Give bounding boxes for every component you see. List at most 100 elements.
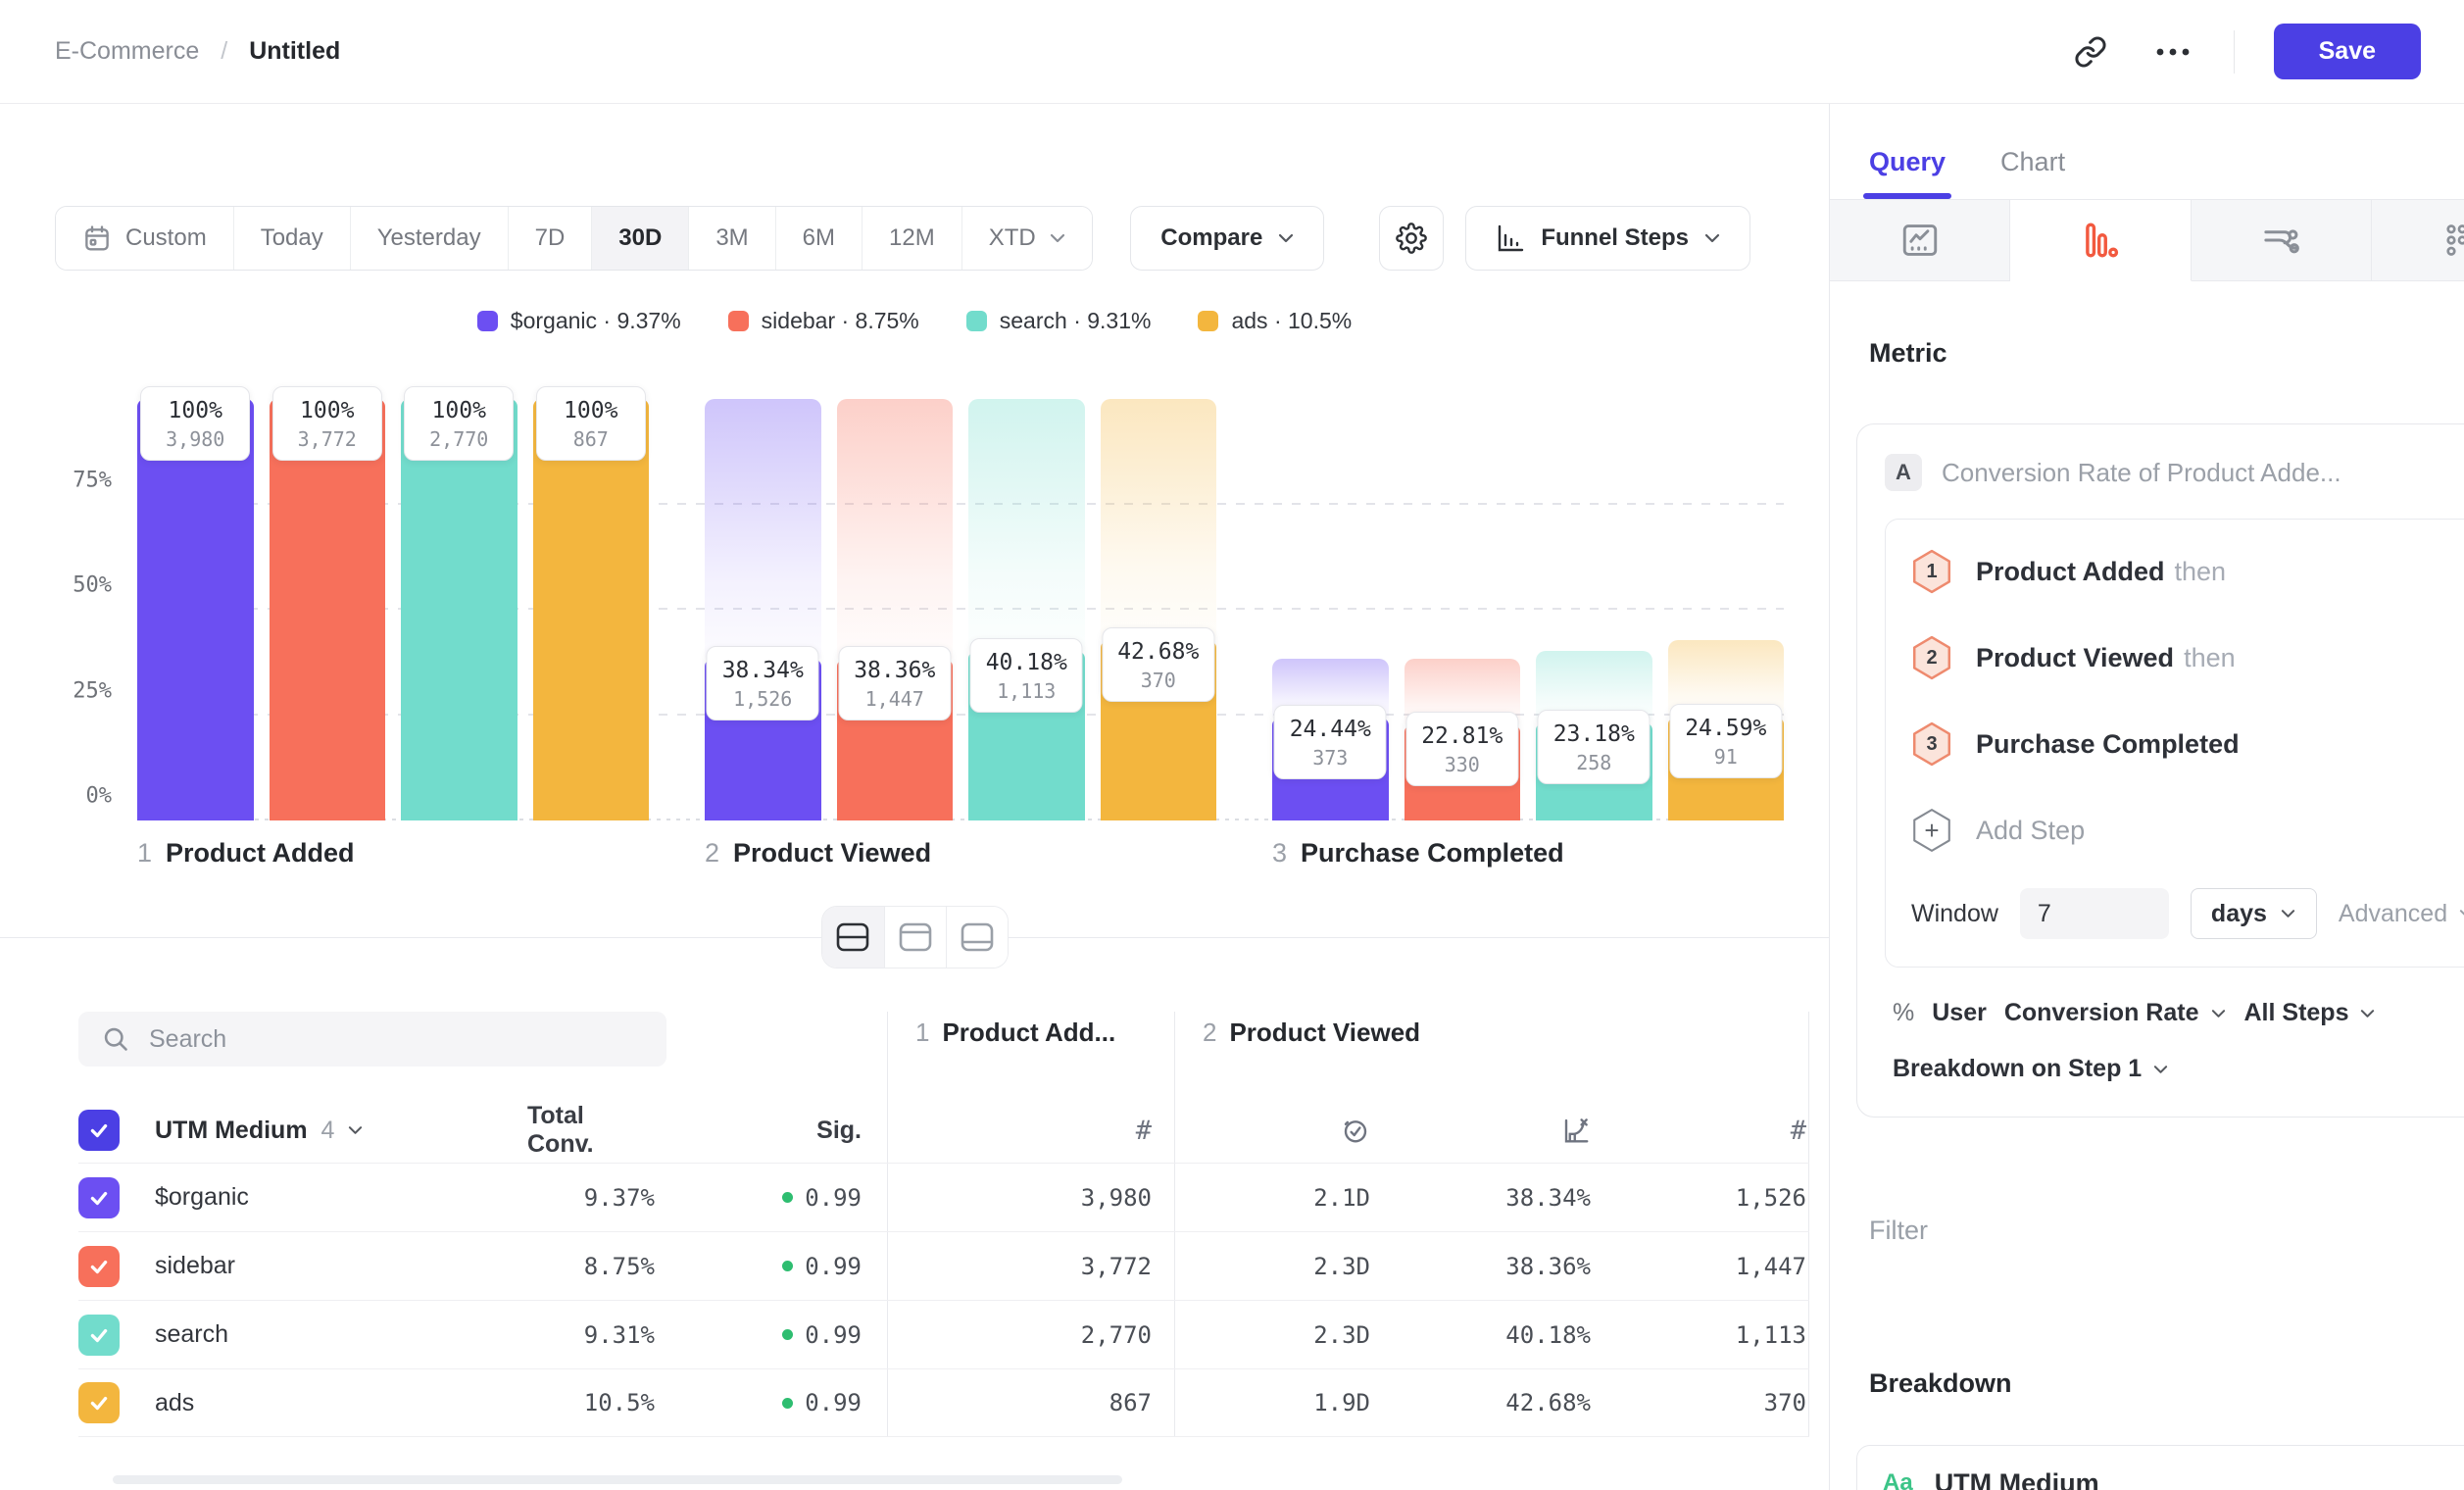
chart-settings-button[interactable] [1379, 206, 1444, 271]
row-significance: 0.99 [665, 1164, 887, 1231]
tab-funnels[interactable] [2010, 200, 2191, 281]
bar-ghost [837, 399, 954, 659]
tab-insights[interactable] [1830, 200, 2010, 281]
funnel-step-row-3[interactable]: 3Purchase Completed [1911, 721, 2464, 767]
chevron-down-icon [2459, 909, 2464, 919]
measure-scope-select[interactable]: All Steps [2244, 999, 2377, 1027]
breakdown-property-card[interactable]: Aa UTM Medium [1856, 1445, 2464, 1490]
measure-entity[interactable]: User [1932, 999, 1987, 1027]
tab-chart[interactable]: Chart [2000, 147, 2065, 199]
add-step-button[interactable]: + Add Step [1911, 808, 2464, 853]
layout-split-button[interactable] [822, 907, 884, 968]
funnel-bar-organic-step3[interactable]: 24.44%373 [1272, 399, 1389, 820]
conversion-rate-column-header[interactable] [1370, 1098, 1591, 1163]
date-range-yesterday[interactable]: Yesterday [350, 207, 508, 270]
tab-flows[interactable] [2192, 200, 2372, 281]
date-range-custom[interactable]: Custom [56, 207, 233, 270]
sig-column-header[interactable]: Sig. [665, 1098, 887, 1163]
check-icon [88, 1256, 110, 1277]
row-checkbox[interactable] [78, 1246, 120, 1287]
date-range-today[interactable]: Today [233, 207, 350, 270]
table-row-organic[interactable]: $organic9.37%0.993,9802.1D38.34%1,526 [78, 1163, 1809, 1231]
step-hexagon-badge: 1 [1911, 549, 1952, 594]
column-group-product-viewed: 2 Product Viewed [1174, 1012, 1809, 1098]
funnel-bar-organic-step2[interactable]: 38.34%1,526 [705, 399, 821, 820]
bar-group-step-2: 38.34%1,52638.36%1,44740.18%1,11342.68%3… [705, 399, 1216, 820]
legend-item-organic[interactable]: $organic · 9.37% [477, 308, 681, 334]
funnel-bar-search-step2[interactable]: 40.18%1,113 [968, 399, 1085, 820]
date-range-30d[interactable]: 30D [591, 207, 688, 270]
filter-section: Filter + [1869, 1212, 2464, 1249]
legend-item-search[interactable]: search · 9.31% [966, 308, 1152, 334]
layout-table-only-button[interactable] [946, 907, 1008, 968]
row-added-count: 3,772 [887, 1232, 1174, 1300]
window-unit-select[interactable]: days [2191, 888, 2317, 939]
total-conv-column-header[interactable]: Total Conv. [527, 1098, 665, 1163]
row-viewed-time: 1.9D [1174, 1369, 1370, 1436]
sig-value: 0.99 [805, 1253, 862, 1280]
funnel-bar-ads-step3[interactable]: 24.59%91 [1668, 399, 1785, 820]
compare-button[interactable]: Compare [1130, 206, 1324, 271]
more-menu-button[interactable] [2151, 30, 2194, 74]
layout-top-icon [899, 922, 932, 952]
funnel-step-row-1[interactable]: 1Product Addedthen [1911, 549, 2464, 594]
breadcrumb-project[interactable]: E-Commerce [55, 37, 199, 66]
metric-header[interactable]: A Conversion Rate of Product Adde... [1885, 454, 2464, 491]
window-value-input[interactable]: 7 [2020, 888, 2169, 939]
legend-label: sidebar · 8.75% [762, 308, 919, 334]
row-added-count: 3,980 [887, 1164, 1174, 1231]
funnel-bar-search-step1[interactable]: 100%2,770 [401, 399, 517, 820]
bar-count-label: 258 [1553, 750, 1635, 776]
advanced-toggle[interactable]: Advanced [2339, 900, 2464, 928]
funnel-bar-ads-step2[interactable]: 42.68%370 [1101, 399, 1217, 820]
date-range-7d[interactable]: 7D [508, 207, 592, 270]
chart-type-button[interactable]: Funnel Steps [1465, 206, 1750, 271]
row-checkbox[interactable] [78, 1315, 120, 1356]
search-input[interactable]: Search [78, 1012, 666, 1067]
measure-type-select[interactable]: Conversion Rate [2004, 999, 2227, 1027]
funnel-bar-sidebar-step1[interactable]: 100%3,772 [270, 399, 386, 820]
row-checkbox[interactable] [78, 1382, 120, 1423]
date-range-xtd[interactable]: XTD [961, 207, 1092, 270]
tab-query[interactable]: Query [1869, 147, 1946, 199]
funnels-tab-icon [2080, 220, 2121, 261]
bar-value-card: 100%867 [536, 386, 646, 461]
legend-item-sidebar[interactable]: sidebar · 8.75% [728, 308, 919, 334]
table-row-sidebar[interactable]: sidebar8.75%0.993,7722.3D38.36%1,447 [78, 1231, 1809, 1300]
added-count-column-header[interactable]: # [887, 1098, 1174, 1163]
bar-pct-label: 22.81% [1421, 721, 1503, 752]
bar-pct-label: 42.68% [1117, 637, 1199, 668]
funnel-bar-organic-step1[interactable]: 100%3,980 [137, 399, 254, 820]
bar-value-card: 100%3,772 [272, 386, 382, 461]
funnel-bar-ads-step1[interactable]: 100%867 [533, 399, 650, 820]
breakdown-on-step-select[interactable]: Breakdown on Step 1 [1885, 1055, 2464, 1083]
bar-value-card: 22.81%330 [1405, 712, 1518, 786]
step-name: Product Add... [942, 1018, 1115, 1048]
funnel-step-row-2[interactable]: 2Product Viewedthen [1911, 635, 2464, 680]
save-button[interactable]: Save [2274, 24, 2421, 79]
tab-cohorts[interactable] [2372, 200, 2464, 281]
date-range-3m[interactable]: 3M [688, 207, 774, 270]
date-range-6m[interactable]: 6M [775, 207, 862, 270]
time-to-convert-column-header[interactable] [1174, 1098, 1370, 1163]
legend-item-ads[interactable]: ads · 10.5% [1198, 308, 1352, 334]
funnel-bar-sidebar-step3[interactable]: 22.81%330 [1404, 399, 1521, 820]
conversion-window-row: Window 7 days Advanced [1911, 888, 2464, 939]
select-all-checkbox[interactable] [78, 1110, 120, 1151]
funnel-bar-sidebar-step2[interactable]: 38.36%1,447 [837, 399, 954, 820]
row-checkbox[interactable] [78, 1177, 120, 1218]
bar-value-card: 42.68%370 [1102, 627, 1214, 702]
table-row-ads[interactable]: ads10.5%0.998671.9D42.68%370 [78, 1368, 1809, 1437]
table-row-search[interactable]: search9.31%0.992,7702.3D40.18%1,113 [78, 1300, 1809, 1368]
funnel-bar-search-step3[interactable]: 23.18%258 [1536, 399, 1652, 820]
sig-value: 0.99 [805, 1321, 862, 1349]
layout-chart-only-button[interactable] [884, 907, 946, 968]
viewed-count-column-header[interactable]: # [1591, 1098, 1809, 1163]
breakdown-column-header[interactable]: UTM Medium 4 [135, 1098, 527, 1163]
row-added-count: 2,770 [887, 1301, 1174, 1368]
copy-link-button[interactable] [2069, 30, 2112, 74]
breadcrumb-report-title[interactable]: Untitled [249, 37, 340, 66]
date-range-12m[interactable]: 12M [862, 207, 961, 270]
horizontal-scrollbar[interactable] [113, 1475, 1122, 1484]
bar-value-card: 38.36%1,447 [838, 646, 951, 720]
